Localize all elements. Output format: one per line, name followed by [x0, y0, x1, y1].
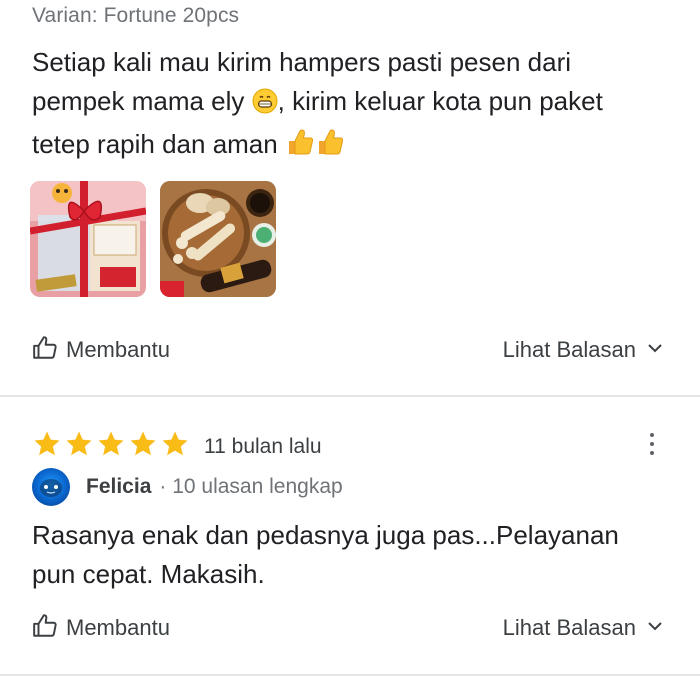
- review-actions: Membantu Lihat Balasan: [32, 335, 664, 365]
- red-gift-box-hamper-photo[interactable]: [30, 181, 146, 297]
- review-actions: Membantu Lihat Balasan: [32, 613, 664, 643]
- thumbs-up-icon: [285, 127, 315, 168]
- view-replies-button[interactable]: Lihat Balasan: [503, 337, 664, 363]
- thumbs-up-icon: [315, 127, 345, 168]
- star-icon: [32, 429, 62, 464]
- star-icon: [160, 429, 190, 464]
- view-replies-button[interactable]: Lihat Balasan: [503, 615, 664, 641]
- review-text: Rasanya enak dan pedasnya juga pas...Pel…: [32, 520, 619, 589]
- review-text: Setiap kali mau kirim hampers pasti pese…: [32, 43, 662, 168]
- divider: [0, 395, 700, 397]
- view-replies-label: Lihat Balasan: [502, 615, 636, 640]
- star-icon: [128, 429, 158, 464]
- chevron-down-icon: [646, 617, 664, 640]
- divider: [0, 674, 700, 676]
- rating-row: 11 bulan lalu: [32, 429, 322, 464]
- thumbs-up-outline-icon: [32, 613, 58, 644]
- star-icon: [64, 429, 94, 464]
- avatar[interactable]: [32, 468, 70, 506]
- helpful-button[interactable]: Membantu: [32, 335, 170, 366]
- pempek-platter-photo[interactable]: [160, 181, 276, 297]
- chevron-down-icon: [646, 339, 664, 362]
- review-photos: [30, 181, 276, 297]
- helpful-button[interactable]: Membantu: [32, 613, 170, 644]
- grinning-face-icon: [252, 86, 278, 125]
- review-list: Varian: Fortune 20pcs Setiap kali mau ki…: [0, 0, 700, 700]
- author-review-count: · 10 ulasan lengkap: [159, 475, 343, 498]
- author-row: Felicia · 10 ulasan lengkap: [32, 468, 343, 506]
- thumbs-up-outline-icon: [32, 335, 58, 366]
- author-name[interactable]: Felicia: [86, 475, 151, 499]
- view-replies-label: Lihat Balasan: [502, 337, 636, 362]
- star-rating: [32, 429, 190, 464]
- helpful-label: Membantu: [66, 615, 170, 640]
- variant-label: Varian: Fortune 20pcs: [32, 4, 240, 27]
- star-icon: [96, 429, 126, 464]
- review-time: 11 bulan lalu: [204, 434, 322, 458]
- helpful-label: Membantu: [66, 337, 170, 362]
- more-options-icon[interactable]: [642, 430, 662, 458]
